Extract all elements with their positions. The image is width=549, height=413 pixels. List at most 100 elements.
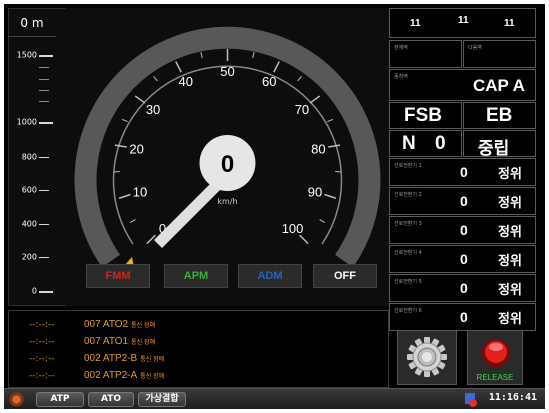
ruler-tick xyxy=(39,122,53,124)
taskbar-virtual-coupling-button[interactable]: 가상결합 xyxy=(138,392,186,407)
current-speed-value: 0 xyxy=(221,151,234,178)
ato-display-screen: 0 m 1500 1000 800 600 400 200 0 0 10 20 30 40 50 60 7… xyxy=(4,4,545,409)
fault-message-row: --:--:-- 002 ATP2-A 통신 장애 xyxy=(29,368,164,383)
switch-label: 선로전환기 3 xyxy=(394,221,422,227)
ruler-minor-tick xyxy=(39,67,49,68)
ruler-minor-tick xyxy=(39,90,49,91)
settings-button[interactable] xyxy=(397,330,457,385)
gauge-scale-label: 70 xyxy=(295,102,309,117)
gear-icon xyxy=(407,337,447,377)
top-number-3: 11 xyxy=(504,18,515,29)
gauge-tick xyxy=(121,118,128,123)
release-label: RELEASE xyxy=(476,373,514,382)
gauge-tick xyxy=(327,118,334,123)
direction-label: 중립 xyxy=(478,139,510,158)
switch-state: 정위 xyxy=(498,167,522,182)
ruler-tick xyxy=(39,157,49,158)
fault-message-row: --:--:-- 002 ATP2-B 통신 장애 xyxy=(29,351,164,366)
ruler-minor-tick xyxy=(39,79,49,80)
gauge-tick xyxy=(146,234,156,245)
gauge-tick xyxy=(134,95,146,104)
switch-state: 정위 xyxy=(498,312,522,327)
direction-indicator: 중립 xyxy=(463,130,536,158)
tray-shield-icon[interactable] xyxy=(464,392,478,407)
switch-value: 0 xyxy=(460,280,468,296)
start-icon[interactable] xyxy=(9,392,24,407)
switch-label: 선로전환기 4 xyxy=(394,250,422,256)
gauge-tick xyxy=(130,219,136,223)
ruler-label: 1500 xyxy=(16,50,37,60)
gauge-scale-label: 30 xyxy=(146,102,160,117)
message-code: 002 ATP2-B xyxy=(84,353,138,364)
switch-value: 0 xyxy=(460,164,468,180)
message-description: 통신 장애 xyxy=(140,373,165,380)
message-description: 통신 장애 xyxy=(131,322,156,329)
taskbar: ATP ATO 가상결합 11:16:41 xyxy=(4,388,545,409)
switch-state: 정위 xyxy=(498,196,522,211)
switch-state: 정위 xyxy=(498,225,522,240)
current-station-box: 현재역 xyxy=(389,40,462,68)
eb-indicator: EB xyxy=(463,102,536,129)
message-description: 통신 장애 xyxy=(131,339,156,346)
message-code: 007 ATO1 xyxy=(84,336,129,347)
gear-letter: N xyxy=(402,133,416,154)
ruler-tick xyxy=(39,190,49,191)
gauge-tick xyxy=(252,52,255,59)
destination-value: CAP A xyxy=(473,76,525,95)
ruler-label: 800 xyxy=(21,152,37,162)
gauge-tick xyxy=(153,75,158,82)
destination-label: 종착역 xyxy=(394,74,408,80)
switch-value: 0 xyxy=(460,309,468,325)
switch-label: 선로전환기 6 xyxy=(394,308,422,314)
message-description: 통신 장애 xyxy=(140,356,165,363)
message-time: --:--:-- xyxy=(29,320,55,330)
taskbar-ato-button[interactable]: ATO xyxy=(88,392,134,407)
fault-message-log: --:--:-- 007 ATO2 통신 장애 --:--:-- 007 ATO1 통신 … xyxy=(8,310,389,388)
message-time: --:--:-- xyxy=(29,354,55,364)
switch-state: 정위 xyxy=(498,254,522,269)
message-code: 007 ATO2 xyxy=(84,319,129,330)
release-icon xyxy=(482,339,510,367)
gauge-scale-label: 40 xyxy=(178,74,192,89)
top-number-box: 11 11 11 xyxy=(389,8,536,38)
gauge-tick xyxy=(299,234,309,245)
switch-value: 0 xyxy=(460,222,468,238)
next-station-box: 다음역 xyxy=(463,40,536,68)
switch-row: 선로전환기 6 0 정위 xyxy=(389,303,536,331)
gauge-tick xyxy=(297,75,302,82)
fsb-label: FSB xyxy=(404,105,442,126)
gauge-tick xyxy=(309,95,321,104)
speed-unit-label: km/h xyxy=(217,197,237,206)
switch-value: 0 xyxy=(460,193,468,209)
fault-message-row: --:--:-- 007 ATO2 통신 장애 xyxy=(29,317,155,332)
off-mode-button[interactable]: OFF xyxy=(313,264,377,288)
switch-row: 선로전환기 5 0 정위 xyxy=(389,274,536,302)
switch-state: 정위 xyxy=(498,283,522,298)
fmm-mode-button[interactable]: FMM xyxy=(86,264,150,288)
gauge-tick xyxy=(118,193,131,199)
ruler-scale: 1500 1000 800 600 400 200 0 xyxy=(8,4,67,304)
switch-row: 선로전환기 4 0 정위 xyxy=(389,245,536,273)
gauge-scale-label: 50 xyxy=(220,64,234,79)
gauge-tick xyxy=(200,52,203,59)
message-time: --:--:-- xyxy=(29,337,55,347)
destination-box: 종착역 CAP A xyxy=(389,69,536,101)
apm-mode-button[interactable]: APM xyxy=(164,264,228,288)
ruler-label: 400 xyxy=(21,219,37,229)
gauge-scale-label: 10 xyxy=(133,184,147,199)
gauge-tick xyxy=(328,144,341,148)
fsb-indicator: FSB xyxy=(389,102,462,129)
release-button[interactable]: RELEASE xyxy=(467,330,523,385)
ruler-tick xyxy=(39,224,49,225)
ruler-tick xyxy=(39,55,53,57)
ruler-label: 200 xyxy=(21,252,37,262)
adm-mode-button[interactable]: ADM xyxy=(238,264,302,288)
message-code: 002 ATP2-A xyxy=(84,370,138,381)
gauge-tick xyxy=(319,219,325,223)
top-number-1: 11 xyxy=(410,18,421,29)
speedometer-gauge: 0102030405060708090100 0 km/h xyxy=(74,26,381,268)
switch-row: 선로전환기 2 0 정위 xyxy=(389,187,536,215)
taskbar-atp-button[interactable]: ATP xyxy=(36,392,84,407)
ruler-label: 600 xyxy=(21,185,37,195)
switch-label: 선로전환기 1 xyxy=(394,163,422,169)
